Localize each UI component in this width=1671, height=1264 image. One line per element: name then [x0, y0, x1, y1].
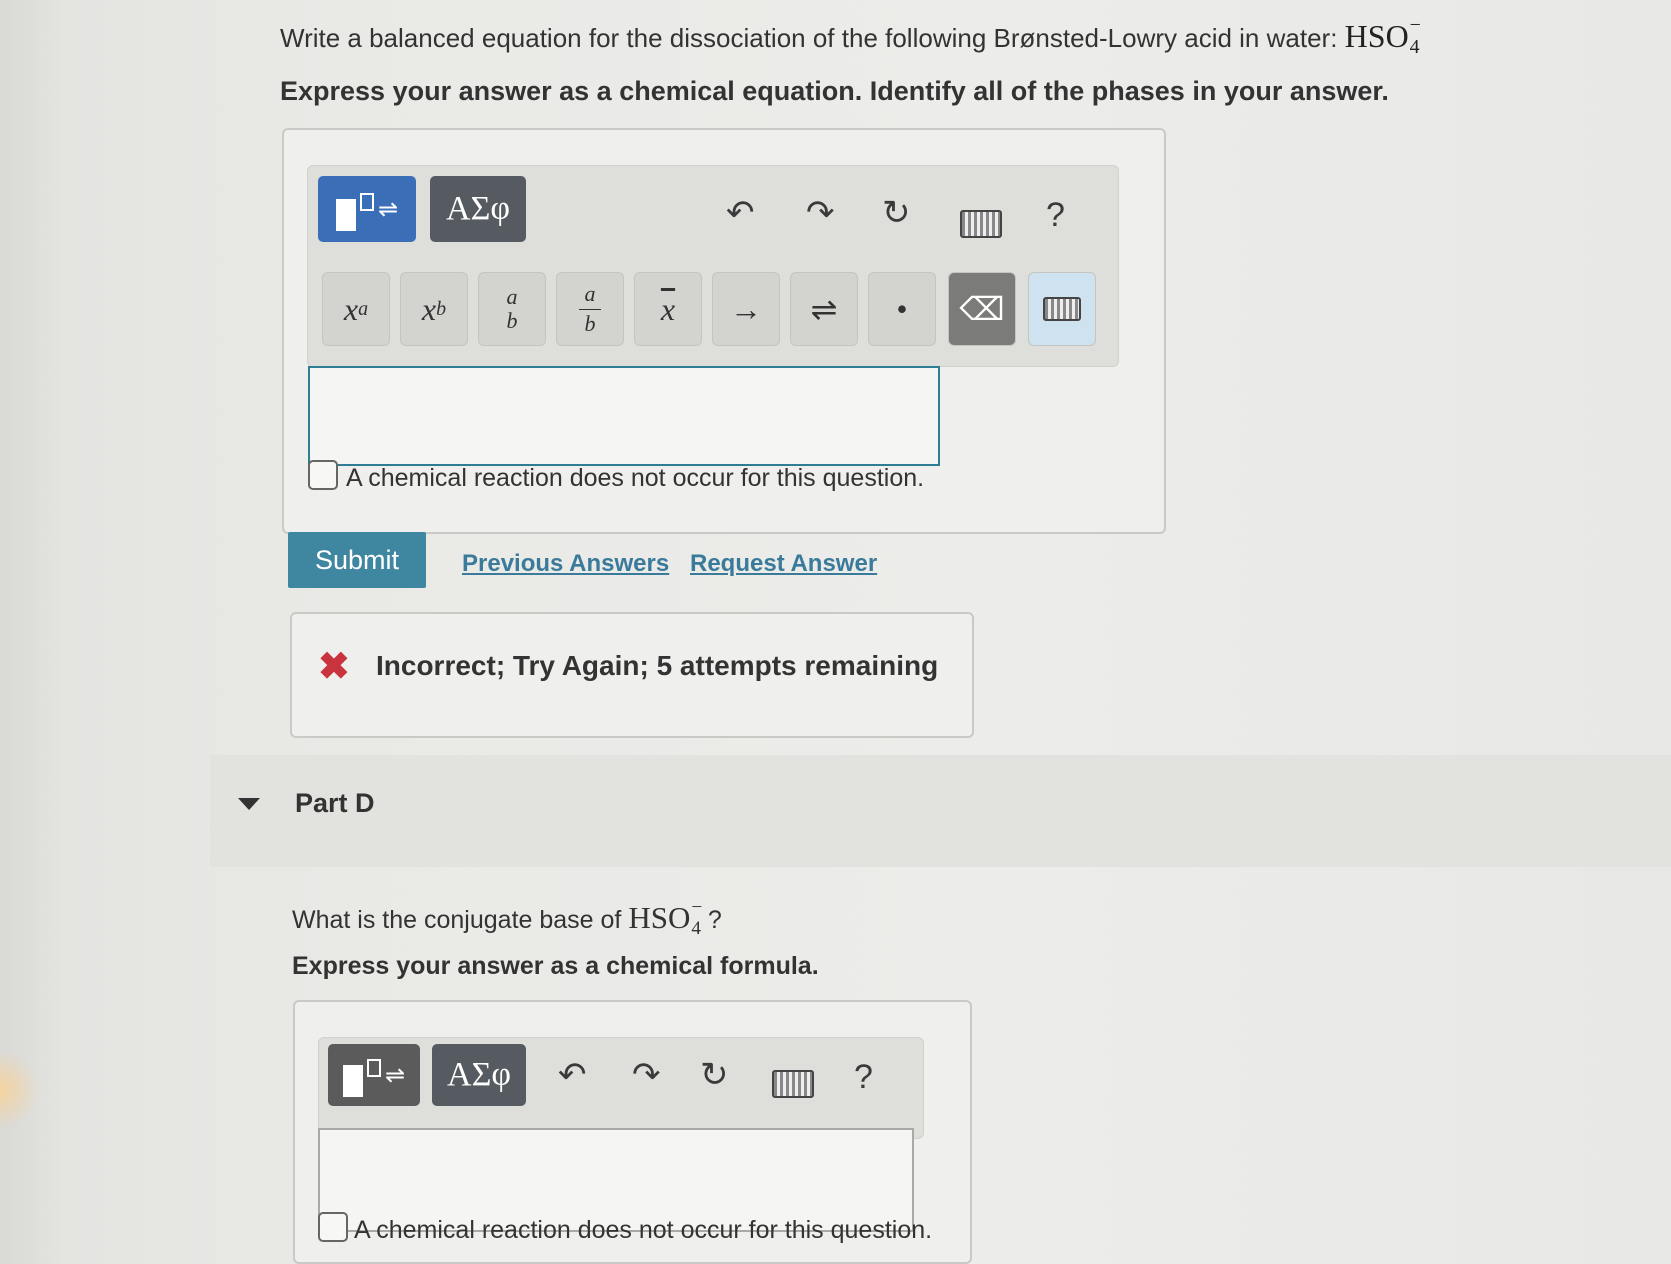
- no-reaction-label-part-d: A chemical reaction does not occur for t…: [354, 1216, 933, 1244]
- no-reaction-checkbox-part-d[interactable]: [318, 1212, 348, 1242]
- templates-button[interactable]: ⇌: [318, 176, 416, 242]
- reset-icon[interactable]: ↻: [882, 196, 911, 230]
- help-button[interactable]: ?: [1046, 198, 1065, 232]
- question-instruction: Express your answer as a chemical equati…: [280, 76, 1389, 106]
- part-d-header[interactable]: [210, 755, 1671, 867]
- question-text: Write a balanced equation for the dissoc…: [280, 14, 1421, 59]
- superscript-key[interactable]: xa: [322, 272, 390, 346]
- screen-glare: [0, 1050, 40, 1130]
- answer-input[interactable]: [308, 366, 940, 466]
- greek-symbols-button[interactable]: ΑΣφ: [430, 176, 526, 242]
- no-reaction-label: A chemical reaction does not occur for t…: [346, 464, 925, 492]
- previous-answers-link[interactable]: Previous Answers: [462, 550, 669, 578]
- chemical-species: HSO −4: [1344, 14, 1421, 58]
- equilibrium-arrow-key[interactable]: ⇌: [790, 272, 858, 346]
- incorrect-icon: ✖: [318, 646, 350, 688]
- keyboard-toggle-key[interactable]: [1028, 272, 1096, 346]
- undo-icon[interactable]: ↶: [726, 196, 755, 230]
- reset-icon[interactable]: ↻: [700, 1058, 729, 1092]
- help-button[interactable]: ?: [854, 1060, 873, 1094]
- part-d-question: What is the conjugate base of HSO −4 ?: [292, 896, 722, 939]
- subscript-key[interactable]: xb: [400, 272, 468, 346]
- backspace-key[interactable]: ⌫: [948, 272, 1016, 346]
- redo-icon[interactable]: ↷: [632, 1058, 661, 1092]
- request-answer-link[interactable]: Request Answer: [690, 550, 877, 578]
- redo-icon[interactable]: ↷: [806, 196, 835, 230]
- collapse-arrow-icon[interactable]: [238, 798, 260, 810]
- templates-button[interactable]: ⇌: [328, 1044, 420, 1106]
- fraction-bar-key[interactable]: ab: [556, 272, 624, 346]
- question-prompt: Write a balanced equation for the dissoc…: [280, 23, 1345, 53]
- part-d-instruction: Express your answer as a chemical formul…: [292, 952, 819, 980]
- no-reaction-checkbox[interactable]: [308, 460, 338, 490]
- greek-symbols-button[interactable]: ΑΣφ: [432, 1044, 526, 1106]
- feedback-box: ✖ Incorrect; Try Again; 5 attempts remai…: [290, 612, 974, 738]
- keyboard-icon: [1043, 297, 1081, 321]
- undo-icon[interactable]: ↶: [558, 1058, 587, 1092]
- submit-button[interactable]: Submit: [288, 532, 426, 588]
- reaction-arrow-key[interactable]: →: [712, 272, 780, 346]
- chemical-species: HSO −4: [628, 896, 703, 939]
- part-d-title[interactable]: Part D: [295, 788, 375, 819]
- feedback-message: Incorrect; Try Again; 5 attempts remaini…: [376, 650, 939, 681]
- fraction-key[interactable]: ab: [478, 272, 546, 346]
- dot-key[interactable]: •: [868, 272, 936, 346]
- keyboard-icon[interactable]: [960, 210, 1002, 238]
- overline-key[interactable]: x: [634, 272, 702, 346]
- keyboard-icon[interactable]: [772, 1070, 814, 1098]
